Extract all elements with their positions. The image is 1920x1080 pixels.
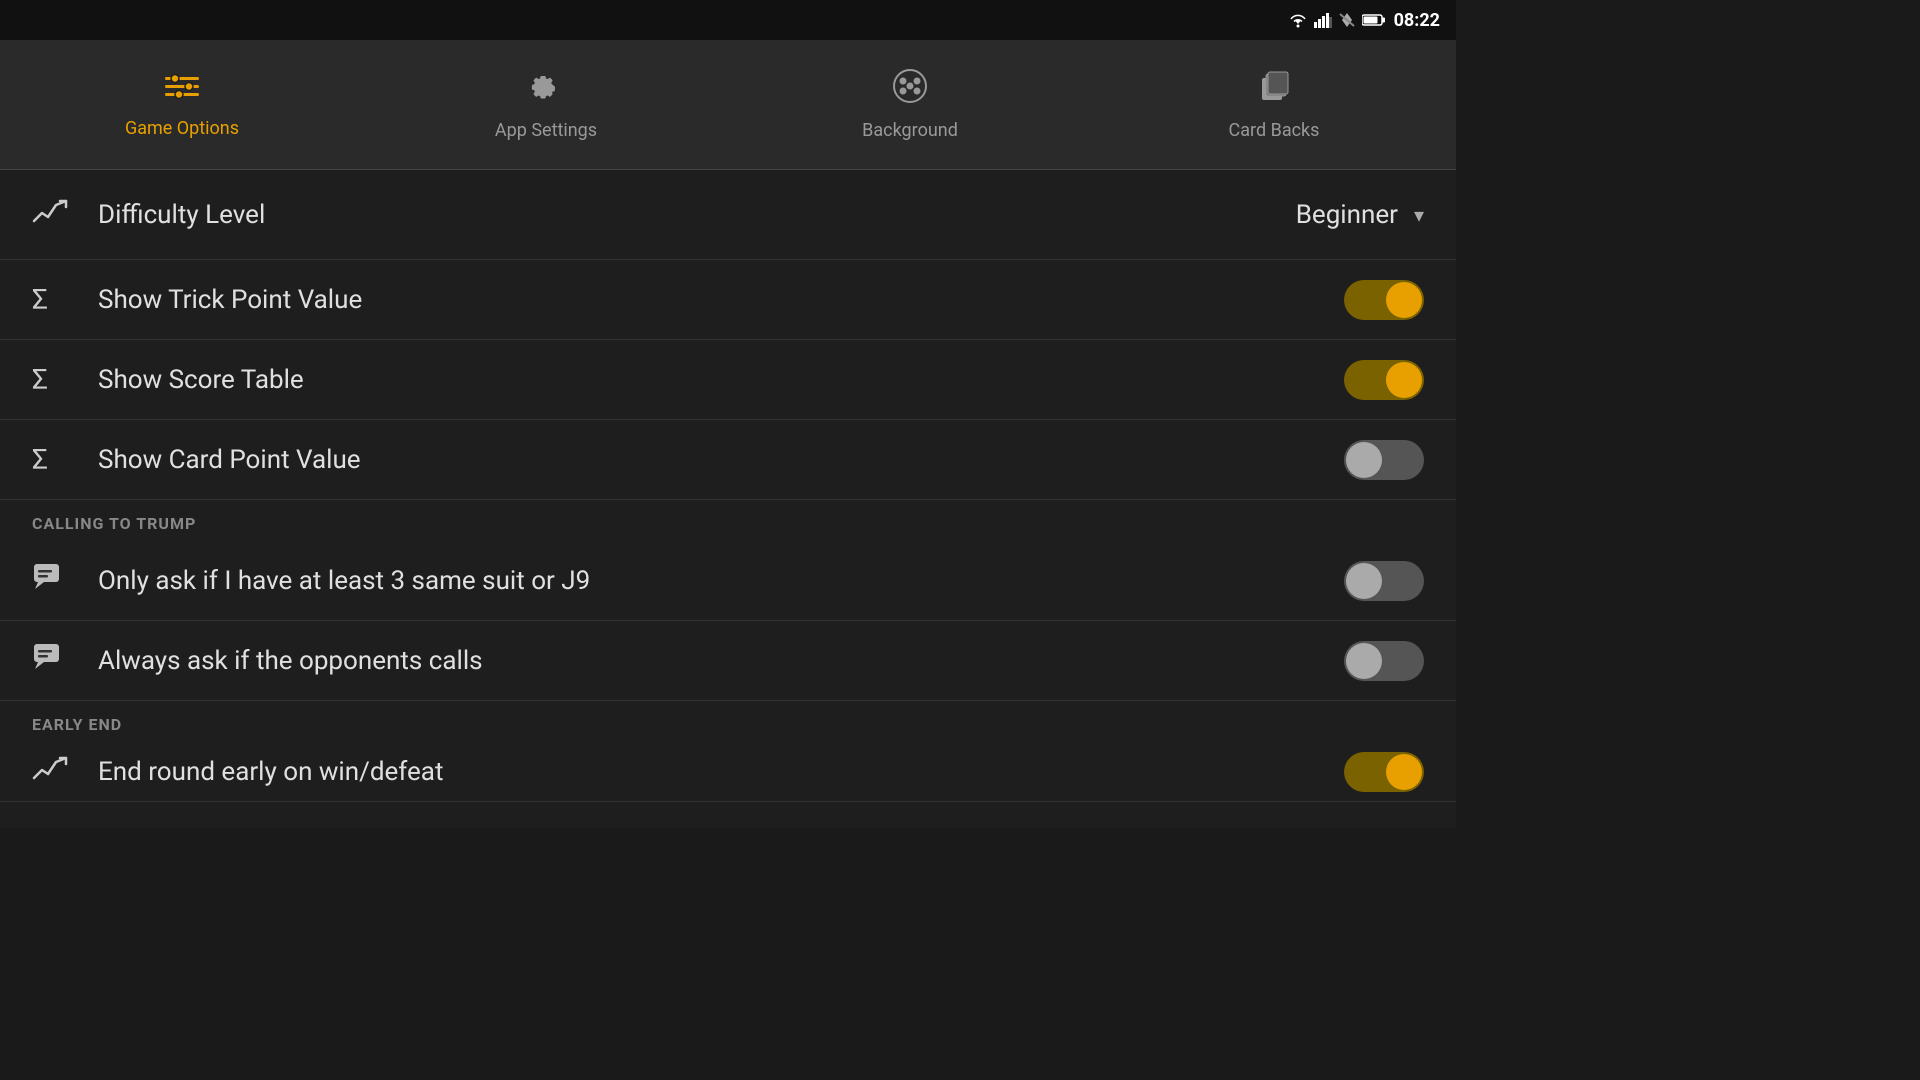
- tab-background-label: Background: [862, 120, 958, 141]
- tab-card-backs[interactable]: Card Backs: [1092, 40, 1456, 169]
- show-card-point-row: Σ Show Card Point Value: [0, 420, 1456, 500]
- only-ask-label: Only ask if I have at least 3 same suit …: [82, 566, 1344, 596]
- show-trick-icon: Σ: [32, 283, 82, 316]
- battery-icon: [1362, 13, 1386, 27]
- tab-bar: Game Options App Settings Background: [0, 40, 1456, 170]
- only-ask-icon: [32, 561, 82, 600]
- status-bar: 08:22: [0, 0, 1456, 40]
- end-round-row: End round early on win/defeat: [0, 742, 1456, 802]
- difficulty-value[interactable]: Beginner ▾: [1296, 200, 1424, 230]
- difficulty-icon: [32, 195, 82, 234]
- wifi-icon: [1288, 12, 1308, 28]
- end-round-toggle-knob: [1386, 754, 1422, 790]
- show-score-table-row: Σ Show Score Table: [0, 340, 1456, 420]
- difficulty-label: Difficulty Level: [82, 200, 1296, 230]
- only-ask-toggle-knob: [1346, 563, 1382, 599]
- show-trick-point-row: Σ Show Trick Point Value: [0, 260, 1456, 340]
- always-ask-icon: [32, 641, 82, 680]
- background-icon: [892, 68, 928, 112]
- show-trick-toggle-knob: [1386, 282, 1422, 318]
- only-ask-toggle[interactable]: [1344, 561, 1424, 601]
- tab-app-settings[interactable]: App Settings: [364, 40, 728, 169]
- signal-icon: [1314, 12, 1332, 28]
- end-round-icon: [32, 752, 82, 791]
- tab-card-backs-label: Card Backs: [1229, 120, 1320, 141]
- game-options-icon: [163, 70, 201, 110]
- show-trick-toggle[interactable]: [1344, 280, 1424, 320]
- always-ask-toggle[interactable]: [1344, 641, 1424, 681]
- status-icons: [1288, 12, 1386, 28]
- end-round-label: End round early on win/defeat: [82, 757, 1344, 787]
- card-backs-icon: [1256, 68, 1292, 112]
- always-ask-label: Always ask if the opponents calls: [82, 646, 1344, 676]
- tab-game-options[interactable]: Game Options: [0, 40, 364, 169]
- content-area: Difficulty Level Beginner ▾ Σ Show Trick…: [0, 170, 1456, 828]
- always-ask-row: Always ask if the opponents calls: [0, 621, 1456, 701]
- show-score-toggle-knob: [1386, 362, 1422, 398]
- show-card-label: Show Card Point Value: [82, 445, 1344, 475]
- difficulty-dropdown-arrow: ▾: [1414, 203, 1424, 227]
- show-score-icon: Σ: [32, 363, 82, 396]
- show-card-toggle[interactable]: [1344, 440, 1424, 480]
- show-score-toggle[interactable]: [1344, 360, 1424, 400]
- end-round-toggle[interactable]: [1344, 752, 1424, 792]
- show-score-label: Show Score Table: [82, 365, 1344, 395]
- app-settings-icon: [528, 68, 564, 112]
- data-icon: [1338, 12, 1356, 28]
- tab-game-options-label: Game Options: [125, 118, 239, 139]
- calling-to-trump-header: CALLING TO TRUMP: [0, 500, 1456, 541]
- show-trick-label: Show Trick Point Value: [82, 285, 1344, 315]
- tab-app-settings-label: App Settings: [495, 120, 597, 141]
- tab-background[interactable]: Background: [728, 40, 1092, 169]
- difficulty-row: Difficulty Level Beginner ▾: [0, 170, 1456, 260]
- always-ask-toggle-knob: [1346, 643, 1382, 679]
- show-card-icon: Σ: [32, 443, 82, 476]
- status-time: 08:22: [1394, 10, 1440, 31]
- show-card-toggle-knob: [1346, 442, 1382, 478]
- early-end-header: EARLY END: [0, 701, 1456, 742]
- only-ask-row: Only ask if I have at least 3 same suit …: [0, 541, 1456, 621]
